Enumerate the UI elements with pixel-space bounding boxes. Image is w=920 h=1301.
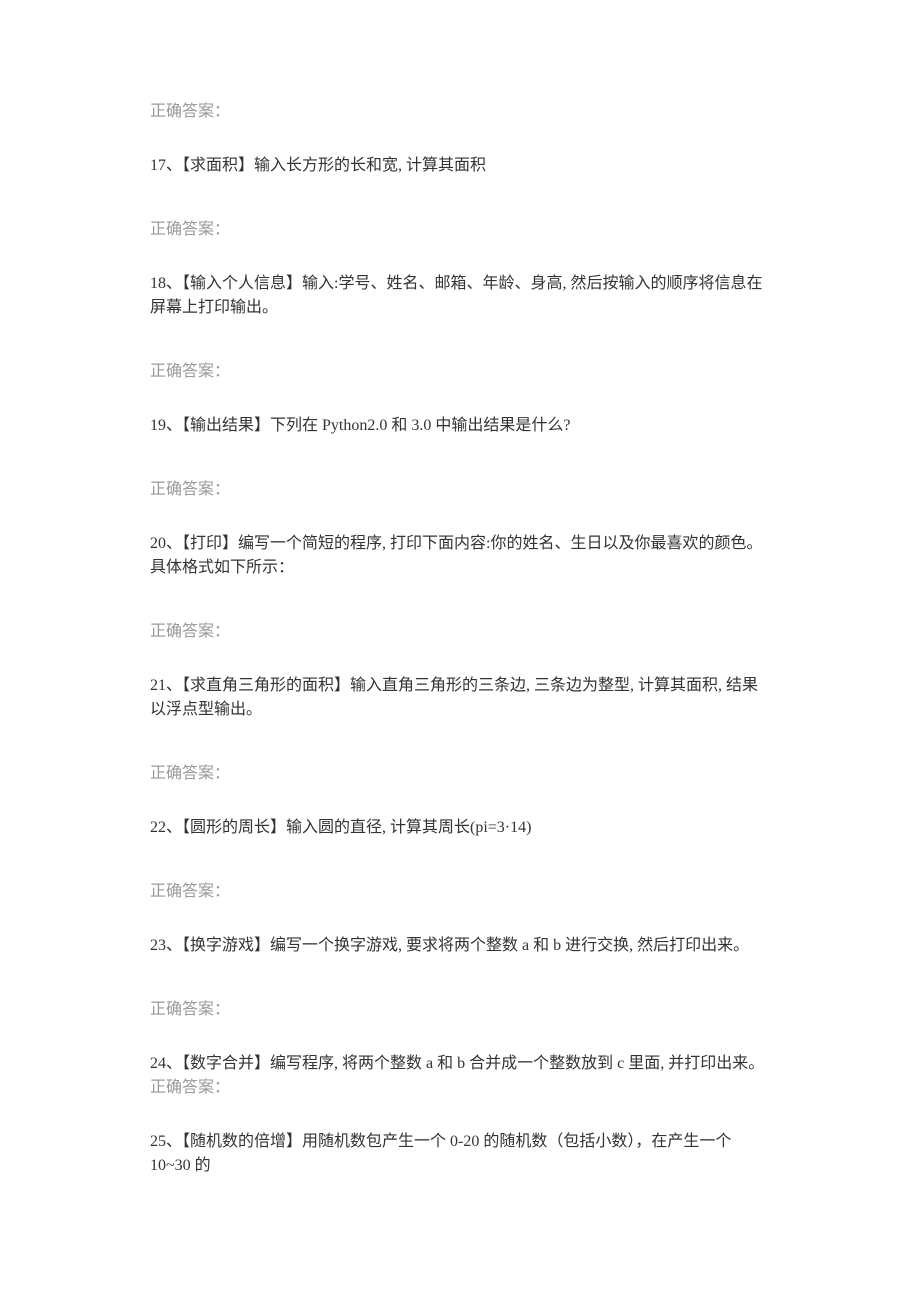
answer-label-23: 正确答案：: [150, 998, 770, 1022]
answer-label-24: 正确答案：: [150, 1076, 770, 1100]
answer-label-20: 正确答案：: [150, 620, 770, 644]
answer-label-22: 正确答案：: [150, 880, 770, 904]
answer-label-19: 正确答案：: [150, 478, 770, 502]
question-21: 21、【求直角三角形的面积】输入直角三角形的三条边, 三条边为整型, 计算其面积…: [150, 674, 770, 722]
question-23: 23、【换字游戏】编写一个换字游戏, 要求将两个整数 a 和 b 进行交换, 然…: [150, 934, 770, 958]
question-19: 19、【输出结果】下列在 Python2.0 和 3.0 中输出结果是什么?: [150, 414, 770, 438]
question-24: 24、【数字合并】编写程序, 将两个整数 a 和 b 合并成一个整数放到 c 里…: [150, 1052, 770, 1076]
answer-label-18: 正确答案：: [150, 360, 770, 384]
answer-label-17: 正确答案：: [150, 218, 770, 242]
answer-label-21: 正确答案：: [150, 762, 770, 786]
question-20: 20、【打印】编写一个简短的程序, 打印下面内容:你的姓名、生日以及你最喜欢的颜…: [150, 532, 770, 580]
question-18: 18、【输入个人信息】输入:学号、姓名、邮箱、年龄、身高, 然后按输入的顺序将信…: [150, 272, 770, 320]
question-25: 25、【随机数的倍增】用随机数包产生一个 0-20 的随机数（包括小数），在产生…: [150, 1130, 770, 1178]
answer-label-16: 正确答案：: [150, 100, 770, 124]
question-17: 17、【求面积】输入长方形的长和宽, 计算其面积: [150, 154, 770, 178]
question-22: 22、【圆形的周长】输入圆的直径, 计算其周长(pi=3·14): [150, 816, 770, 840]
